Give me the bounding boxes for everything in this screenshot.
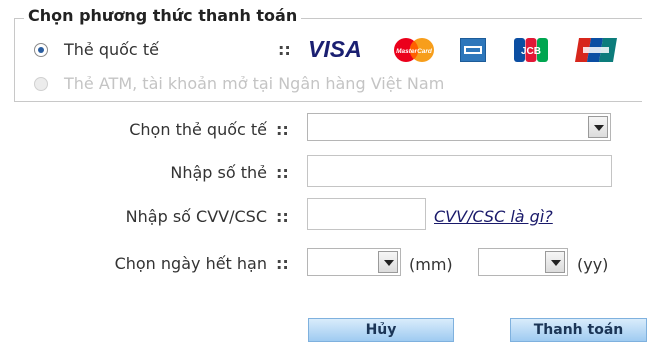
card-type-select[interactable] xyxy=(307,113,611,141)
radio-international-card[interactable] xyxy=(34,42,48,57)
pay-button[interactable]: Thanh toán xyxy=(510,318,647,342)
card-type-label: Chọn thẻ quốc tế xyxy=(129,120,267,139)
chevron-down-icon[interactable] xyxy=(588,116,608,138)
expiry-month-select[interactable] xyxy=(307,248,401,276)
visa-logo-text: VISA xyxy=(308,36,362,62)
method-label-atm-card: Thẻ ATM, tài khoản mở tại Ngân hàng Việt… xyxy=(64,74,445,93)
cvv-help-link[interactable]: CVV/CSC là gì? xyxy=(434,207,553,226)
chevron-down-icon[interactable] xyxy=(378,251,398,273)
chevron-down-icon[interactable] xyxy=(545,251,565,273)
cancel-button[interactable]: Hủy xyxy=(308,318,454,342)
card-number-input[interactable] xyxy=(307,155,612,187)
card-number-label: Nhập số thẻ xyxy=(170,163,267,182)
expiry-separator: :: xyxy=(276,254,289,273)
month-unit-label: (mm) xyxy=(409,255,453,274)
visa-logo-icon: VISA xyxy=(308,36,362,62)
mastercard-logo-text: MasterCard xyxy=(396,48,433,55)
radio-atm-card[interactable] xyxy=(34,76,48,91)
amex-logo-icon xyxy=(460,38,486,62)
expiry-label: Chọn ngày hết hạn xyxy=(114,254,267,273)
payment-method-legend: Chọn phương thức thanh toán xyxy=(24,6,302,25)
mastercard-logo-icon: MasterCard xyxy=(394,38,434,62)
cvv-label: Nhập số CVV/CSC xyxy=(125,207,267,226)
method-option-atm-card[interactable]: Thẻ ATM, tài khoản mở tại Ngân hàng Việt… xyxy=(34,74,444,93)
year-unit-label: (yy) xyxy=(577,255,609,274)
method-separator: :: xyxy=(278,40,291,59)
jcb-logo-icon: JCB xyxy=(514,38,548,62)
unionpay-logo-icon xyxy=(575,38,617,62)
card-type-separator: :: xyxy=(276,120,289,139)
cvv-input[interactable] xyxy=(307,198,426,230)
expiry-year-select[interactable] xyxy=(478,248,568,276)
method-label-international-card: Thẻ quốc tế xyxy=(64,40,159,59)
card-number-separator: :: xyxy=(276,163,289,182)
cvv-separator: :: xyxy=(276,207,289,226)
method-option-international-card[interactable]: Thẻ quốc tế xyxy=(34,40,159,59)
jcb-logo-text: JCB xyxy=(521,46,541,57)
